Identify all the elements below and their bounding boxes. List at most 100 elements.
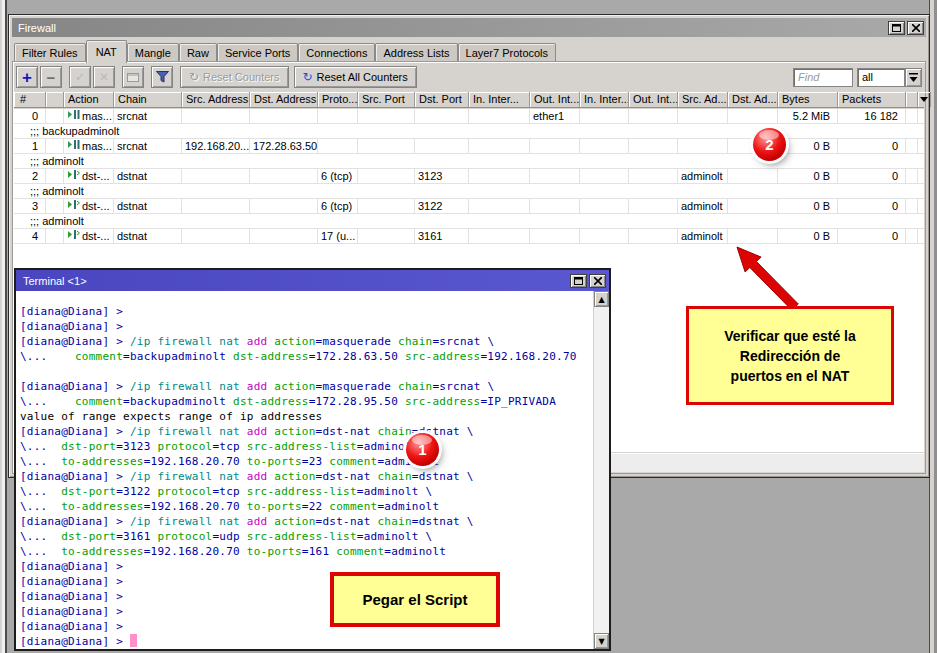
reset-all-counters-button[interactable]: ↻Reset All Counters (294, 66, 417, 88)
terminal-cursor (130, 634, 137, 647)
comment-row[interactable]: ;;; adminolt (14, 214, 924, 229)
column-header[interactable]: Proto... (318, 92, 358, 107)
reset-all-icon: ↻ (303, 70, 313, 84)
chevron-down-icon (920, 97, 928, 102)
terminal-line: \... comment=backupadminolt dst-address=… (20, 349, 593, 364)
column-header[interactable]: Chain (114, 92, 182, 107)
column-header[interactable]: Out. Int... (629, 92, 678, 107)
masquerade-icon (67, 139, 80, 153)
tab-address-lists[interactable]: Address Lists (375, 43, 457, 62)
terminal-line: [diana@Diana] > (20, 319, 593, 334)
terminal-line: [diana@Diana] > (20, 559, 593, 574)
scroll-up-button[interactable]: ▲ (594, 291, 609, 307)
dst-nat-icon (67, 199, 80, 213)
column-header[interactable]: In. Inter... (580, 92, 629, 107)
scroll-down-button[interactable]: ▼ (594, 633, 609, 649)
column-header[interactable]: Src. Port (358, 92, 415, 107)
terminal-line: \... to-addresses=192.168.20.70 to-ports… (20, 454, 593, 469)
tab-filter-rules[interactable]: Filter Rules (14, 43, 86, 62)
comment-row[interactable]: ;;; backupadminolt (14, 124, 924, 139)
column-header[interactable]: Src. Ad... (678, 92, 728, 107)
comment-button[interactable] (122, 66, 144, 88)
column-header[interactable]: Bytes (778, 92, 838, 107)
terminal-line: [diana@Diana] > (20, 304, 593, 319)
column-chooser-button[interactable] (918, 92, 931, 107)
callout-paste-script: Pegar el Script (330, 572, 500, 627)
tab-nat[interactable]: NAT (86, 40, 127, 63)
dst-nat-icon (67, 229, 80, 243)
firewall-title: Firewall (18, 22, 886, 34)
terminal-titlebar: Terminal <1> (16, 270, 609, 291)
column-header[interactable]: # (14, 92, 46, 107)
column-header[interactable]: Dst. Port (415, 92, 469, 107)
minus-icon: − (47, 69, 56, 86)
tab-layer7-protocols[interactable]: Layer7 Protocols (458, 43, 557, 62)
dropdown-arrow-icon (909, 73, 918, 82)
comment-row[interactable]: ;;; adminolt (14, 184, 924, 199)
tab-mangle[interactable]: Mangle (127, 43, 179, 62)
scope-dropdown-button[interactable] (905, 68, 922, 87)
terminal-line: [diana@Diana] > (20, 604, 593, 619)
column-header[interactable]: Dst. Address (250, 92, 318, 107)
background-window-edge-left (0, 0, 7, 653)
terminal-window: Terminal <1> [diana@Diana] > [diana@Dian… (14, 268, 611, 651)
nat-rule-row[interactable]: 0mas...srcnatether15.2 MiB16 182 (14, 109, 924, 124)
step-badge-1: 1 (406, 433, 439, 466)
nat-rule-row[interactable]: 2dst-...dstnat6 (tcp)3123adminolt0 B0 (14, 169, 924, 184)
scope-select[interactable]: all (857, 68, 905, 87)
add-button[interactable]: + (16, 66, 38, 88)
terminal-line: \... dst-port=3161 protocol=udp src-addr… (20, 529, 593, 544)
terminal-line: [diana@Diana] > (20, 574, 593, 589)
filter-button[interactable] (151, 66, 173, 88)
terminal-line: [diana@Diana] > /ip firewall nat add act… (20, 514, 593, 529)
funnel-icon (156, 71, 169, 83)
enable-button[interactable]: ✓ (69, 66, 91, 88)
dst-nat-icon (67, 169, 80, 183)
tab-raw[interactable]: Raw (179, 43, 217, 62)
maximize-button[interactable] (888, 21, 905, 35)
masquerade-icon (67, 109, 80, 123)
terminal-line: [diana@Diana] > /ip firewall nat add act… (20, 379, 593, 394)
terminal-content[interactable]: [diana@Diana] > [diana@Diana] > [diana@D… (16, 291, 593, 649)
column-header[interactable]: Out. Int... (530, 92, 580, 107)
terminal-close-button[interactable] (589, 274, 606, 288)
nat-rule-row[interactable]: 1mas...srcnat192.168.20...172.28.63.500 … (14, 139, 924, 154)
remove-button[interactable]: − (40, 66, 62, 88)
column-header[interactable]: Src. Address (182, 92, 250, 107)
terminal-line: [diana@Diana] > (20, 619, 593, 634)
terminal-line: \... to-addresses=192.168.20.70 to-ports… (20, 499, 593, 514)
disable-button[interactable]: ✕ (93, 66, 115, 88)
terminal-line (20, 364, 593, 379)
comment-row[interactable]: ;;; adminolt (14, 154, 924, 169)
column-header[interactable] (46, 92, 64, 107)
firewall-titlebar: Firewall (12, 18, 926, 37)
reset-counters-button[interactable]: ↻Reset Counters (180, 66, 289, 88)
column-header[interactable]: Action (64, 92, 114, 107)
plus-icon: + (22, 70, 32, 85)
tab-service-ports[interactable]: Service Ports (217, 43, 298, 62)
column-header[interactable]: In. Inter... (469, 92, 530, 107)
check-icon: ✓ (75, 70, 85, 84)
nat-table-header: # ActionChainSrc. AddressDst. AddressProt… (14, 92, 924, 108)
terminal-maximize-button[interactable] (570, 274, 587, 288)
column-header[interactable]: Dst. Ad... (728, 92, 778, 107)
terminal-line: \... dst-port=3122 protocol=tcp src-addr… (20, 484, 593, 499)
column-header[interactable]: Packets (838, 92, 906, 107)
callout-verify-nat: Verificar que esté la Redirección de pue… (686, 306, 894, 405)
terminal-line: [diana@Diana] > (20, 589, 593, 604)
firewall-toolbar: + − ✓ ✕ ↻Reset Counters ↻Reset All Count… (16, 65, 922, 89)
terminal-line: value of range expects range of ip addre… (20, 409, 593, 424)
terminal-line: \... comment=backupadminolt dst-address=… (20, 394, 593, 409)
terminal-line: [diana@Diana] > /ip firewall nat add act… (20, 334, 593, 349)
comment-icon (127, 73, 139, 82)
nat-rule-row[interactable]: 3dst-...dstnat6 (tcp)3122adminolt0 B0 (14, 199, 924, 214)
nat-rule-row[interactable]: 4dst-...dstnat17 (u...3161adminolt0 B0 (14, 229, 924, 244)
terminal-line: \... dst-port=3123 protocol=tcp src-addr… (20, 439, 593, 454)
terminal-title: Terminal <1> (23, 275, 568, 287)
tab-connections[interactable]: Connections (298, 43, 375, 62)
terminal-scrollbar[interactable]: ▲ ▼ (593, 291, 609, 649)
find-input[interactable]: Find (793, 68, 853, 87)
step-badge-2: 2 (753, 128, 786, 161)
close-button[interactable] (907, 21, 924, 35)
firewall-tabs: Filter RulesNATMangleRawService PortsCon… (14, 40, 556, 62)
